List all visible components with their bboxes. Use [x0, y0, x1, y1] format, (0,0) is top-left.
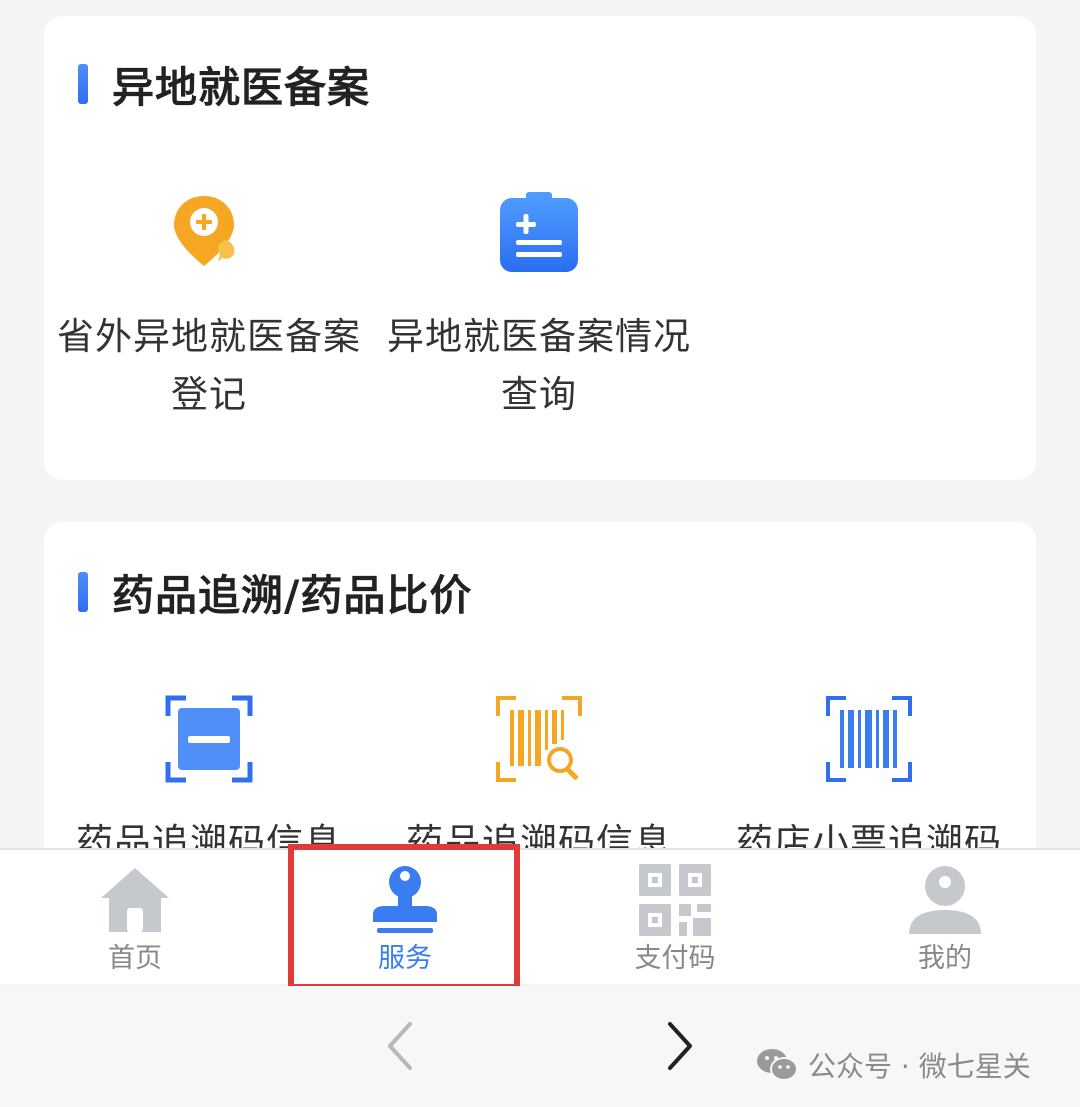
service-out-of-province-filing[interactable]: 省外异地就医备案登记: [44, 188, 374, 424]
scan-frame-icon: [165, 695, 253, 783]
section-accent-bar: [78, 572, 88, 612]
tab-payment-code[interactable]: 支付码: [540, 850, 810, 984]
location-plus-icon: [174, 196, 235, 266]
watermark-text: 公众号 · 微七星关: [808, 1050, 1031, 1083]
qr-code-icon: [639, 864, 711, 936]
service-pharmacy-receipt-trace[interactable]: 药店小票追溯码: [704, 694, 1034, 872]
home-icon: [101, 868, 169, 932]
tab-label: 首页: [108, 943, 162, 974]
remote-filing-card: 异地就医备案 省外异地就医备案登记 异地就医备案情况查询: [44, 16, 1036, 480]
service-label: 异地就医备案情况查询: [387, 315, 691, 416]
tab-label: 支付码: [634, 943, 716, 974]
barcode-search-icon: [496, 696, 582, 782]
tab-service[interactable]: 服务: [270, 850, 540, 984]
tab-home[interactable]: 首页: [0, 850, 270, 984]
wechat-icon: [757, 1049, 798, 1081]
tab-profile[interactable]: 我的: [810, 850, 1080, 984]
chevron-left-icon[interactable]: [372, 1016, 432, 1076]
section-accent-bar: [78, 64, 88, 104]
bottom-tab-bar: 首页 服务 支付码 我的: [0, 848, 1080, 984]
remote-filing-section-header: 异地就医备案: [78, 54, 370, 114]
wechat-watermark: 公众号 · 微七星关: [756, 1040, 1031, 1090]
service-drug-trace-code-info-1[interactable]: 药品追溯码信息: [44, 694, 374, 872]
clipboard-plus-icon: [500, 192, 578, 272]
service-filing-status-query[interactable]: 异地就医备案情况查询: [374, 188, 704, 424]
user-icon: [909, 866, 981, 934]
drug-trace-section-header: 药品追溯/药品比价: [78, 562, 472, 622]
service-drug-trace-code-info-2[interactable]: 药品追溯码信息: [374, 694, 704, 872]
tab-label: 服务: [378, 943, 432, 974]
tab-label: 我的: [918, 943, 972, 974]
remote-filing-title: 异地就医备案: [112, 62, 371, 112]
drug-trace-title: 药品追溯/药品比价: [112, 570, 473, 620]
barcode-scan-icon: [826, 696, 912, 782]
chevron-right-icon[interactable]: [650, 1016, 710, 1076]
service-label: 省外异地就医备案登记: [57, 315, 361, 416]
stamp-icon: [373, 866, 437, 933]
